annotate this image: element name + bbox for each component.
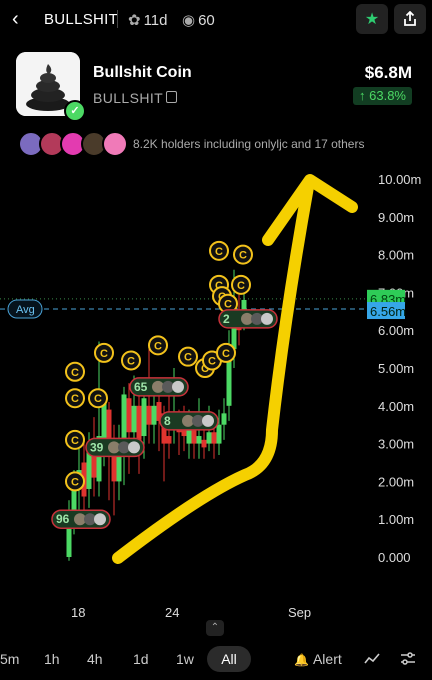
trade-marker-label: C bbox=[71, 367, 79, 379]
share-icon bbox=[404, 11, 416, 26]
top-bar: ‹ BULLSHIT ✿ 11d ◉ 60 ★ bbox=[0, 0, 432, 40]
tab-1w[interactable]: 1w bbox=[176, 651, 194, 667]
y-tick-label: 9.00m bbox=[378, 210, 414, 225]
candle-body bbox=[146, 405, 152, 425]
y-tick-label: 10.00m bbox=[378, 172, 421, 187]
back-icon[interactable]: ‹ bbox=[12, 8, 19, 31]
y-tick-label: 4.00m bbox=[378, 399, 414, 414]
trade-marker-label: C bbox=[208, 355, 216, 367]
x-tick-label: 24 bbox=[165, 605, 179, 620]
candle-body bbox=[151, 405, 157, 425]
bell-icon: 🔔 bbox=[294, 653, 309, 667]
tab-1d[interactable]: 1d bbox=[133, 651, 149, 667]
coin-ticker: BULLSHIT bbox=[93, 90, 164, 106]
trade-badge-count: 39 bbox=[90, 440, 104, 454]
candle-body bbox=[206, 432, 212, 444]
candle-body bbox=[196, 436, 202, 444]
candle-body bbox=[216, 424, 222, 444]
candle-body bbox=[201, 439, 207, 448]
trade-badge-count: 96 bbox=[56, 512, 70, 526]
y-tick-label: 3.00m bbox=[378, 437, 414, 452]
candle-body bbox=[221, 413, 227, 425]
y-tick-label: 5.00m bbox=[378, 361, 414, 376]
share-button[interactable] bbox=[394, 4, 426, 34]
sprout-icon: ✿ bbox=[128, 12, 141, 29]
timeframe-tabs: 5m 1h 4h 1d 1w All 🔔 Alert bbox=[0, 646, 432, 674]
trade-marker-label: C bbox=[222, 348, 230, 360]
candle-body bbox=[166, 436, 172, 444]
trader-avatar bbox=[172, 380, 184, 393]
candle-body bbox=[126, 398, 132, 433]
trade-marker-label: C bbox=[71, 393, 79, 405]
y-tick-label: 6.00m bbox=[378, 323, 414, 338]
candle-body bbox=[101, 402, 107, 444]
y-tick-label: 8.00m bbox=[378, 248, 414, 263]
trade-badge-count: 65 bbox=[134, 380, 148, 394]
y-tick-label: 2.00m bbox=[378, 474, 414, 489]
y-tick-label: 1.00m bbox=[378, 512, 414, 527]
x-tick-label: Sep bbox=[288, 605, 311, 620]
sliders-icon[interactable] bbox=[400, 652, 416, 666]
candle-body bbox=[106, 409, 112, 440]
trader-avatar bbox=[128, 441, 140, 454]
trader-avatar bbox=[202, 414, 214, 427]
candle-body bbox=[211, 432, 217, 444]
check-badge-icon: ✓ bbox=[64, 100, 86, 122]
trade-marker-label: C bbox=[239, 250, 247, 262]
holders-summary: 8.2K holders including onlyljc and 17 ot… bbox=[133, 137, 365, 151]
market-cap: $6.8M bbox=[364, 63, 412, 82]
avg-price-label: 6.56m bbox=[370, 304, 406, 319]
candle-body bbox=[141, 398, 147, 437]
trade-marker-label: C bbox=[184, 352, 192, 364]
trade-marker-label: C bbox=[71, 476, 79, 488]
trade-marker-label: C bbox=[127, 355, 135, 367]
trade-marker-label: C bbox=[71, 435, 79, 447]
trade-marker-label: C bbox=[94, 393, 102, 405]
tab-all[interactable]: All bbox=[207, 646, 251, 672]
watchlist-star-button[interactable]: ★ bbox=[356, 4, 388, 34]
trade-marker-label: C bbox=[100, 348, 108, 360]
header-ticker: BULLSHIT bbox=[44, 11, 119, 28]
tab-1h[interactable]: 1h bbox=[44, 651, 60, 667]
trade-marker-label: C bbox=[154, 340, 162, 352]
price-chart[interactable]: CCCCCCCCCCCCCCCCCC96396582 10.00m9.00m8.… bbox=[0, 165, 432, 620]
avg-label: Avg bbox=[16, 304, 35, 316]
alert-label: Alert bbox=[312, 651, 342, 667]
trade-badge-count: 2 bbox=[223, 312, 230, 326]
coin-name: Bullshit Coin bbox=[93, 64, 192, 81]
tab-4h[interactable]: 4h bbox=[87, 651, 103, 667]
tab-5m[interactable]: 5m bbox=[0, 651, 19, 667]
trade-marker-label: C bbox=[224, 299, 232, 311]
candle-body bbox=[136, 405, 142, 440]
y-tick-label: 0.000 bbox=[378, 550, 411, 565]
coin-age: ✿ 11d bbox=[128, 12, 168, 29]
chevron-up-icon[interactable]: ⌃ bbox=[206, 620, 224, 636]
trader-avatar bbox=[94, 513, 106, 526]
x-tick-label: 18 bbox=[71, 605, 85, 620]
divider bbox=[117, 10, 118, 28]
candle-body bbox=[131, 405, 137, 433]
alert-button[interactable]: 🔔 Alert bbox=[294, 651, 342, 667]
trade-marker-label: C bbox=[237, 280, 245, 292]
eye-icon: ◉ bbox=[182, 12, 196, 29]
trader-avatar bbox=[261, 312, 273, 325]
view-count: ◉ 60 bbox=[182, 12, 215, 29]
avatar bbox=[102, 131, 128, 157]
price-change-badge: ↑ 63.8% bbox=[353, 87, 412, 105]
line-chart-icon[interactable] bbox=[364, 652, 380, 666]
trade-marker-label: C bbox=[215, 246, 223, 258]
trade-badge-count: 8 bbox=[164, 414, 171, 428]
copy-icon[interactable] bbox=[166, 91, 177, 103]
